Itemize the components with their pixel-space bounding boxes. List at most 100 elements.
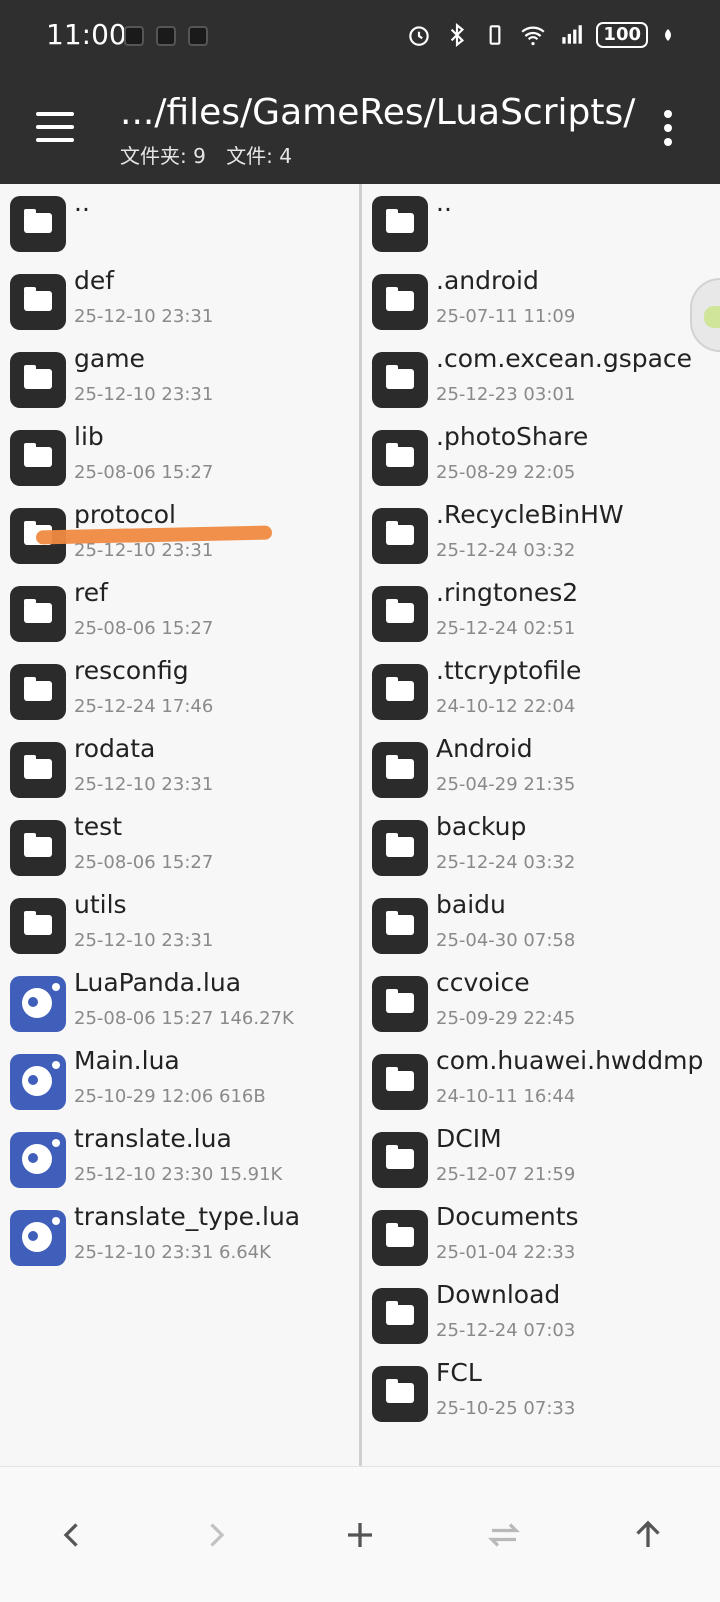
item-meta: 25-01-04 22:33 [436,1242,576,1263]
folder-icon [372,1288,428,1344]
folder-row[interactable]: baidu 25-04-30 07:58 [362,886,720,966]
file-row[interactable]: translate.lua 25-12-10 23:30 15.91K [0,1120,360,1200]
file-row[interactable]: LuaPanda.lua 25-08-06 15:27 146.27K [0,964,360,1044]
parent-directory-row[interactable]: .. [0,184,360,264]
folder-icon [372,820,428,876]
item-name: protocol [74,500,176,529]
item-meta: 25-12-10 23:30 15.91K [74,1164,283,1185]
folder-row[interactable]: .ttcryptofile 24-10-12 22:04 [362,652,720,732]
folder-icon [372,196,428,252]
item-meta: 25-12-10 23:31 [74,306,214,327]
app-notification-icon [156,26,176,46]
lua-file-icon [10,1210,66,1266]
item-name: .com.excean.gspace [436,344,693,373]
folder-row[interactable]: .android 25-07-11 11:09 [362,262,720,342]
folder-row[interactable]: utils 25-12-10 23:31 [0,886,360,966]
item-meta: 25-12-23 03:01 [436,384,576,405]
item-name: FCL [436,1358,482,1387]
folder-file-count: 文件夹: 9 文件: 4 [120,140,306,169]
item-name: .android [436,266,539,295]
folder-row[interactable]: .RecycleBinHW 25-12-24 03:32 [362,496,720,576]
folder-row[interactable]: Download 25-12-24 07:03 [362,1276,720,1356]
folder-icon [372,1054,428,1110]
app-bar: .../files/GameRes/LuaScripts/ 文件夹: 9 文件:… [0,76,720,184]
parent-directory-row[interactable]: .. [362,184,720,264]
folder-row[interactable]: Documents 25-01-04 22:33 [362,1198,720,1278]
folder-row[interactable]: DCIM 25-12-07 21:59 [362,1120,720,1200]
item-name: .ttcryptofile [436,656,582,685]
folder-row[interactable]: com.huawei.hwddmp 24-10-11 16:44 [362,1042,720,1122]
item-name: ref [74,578,108,607]
folder-icon [372,976,428,1032]
item-meta: 25-04-30 07:58 [436,930,576,951]
folder-icon [10,898,66,954]
folder-row[interactable]: .photoShare 25-08-29 22:05 [362,418,720,498]
up-directory-button[interactable] [576,1467,720,1602]
folder-row[interactable]: game 25-12-10 23:31 [0,340,360,420]
item-meta: 25-12-07 21:59 [436,1164,576,1185]
file-count: 文件: 4 [226,144,293,168]
folder-row[interactable]: .ringtones2 25-12-24 02:51 [362,574,720,654]
item-name: .ringtones2 [436,578,579,607]
item-meta: 25-12-10 23:31 [74,930,214,951]
file-row[interactable]: translate_type.lua 25-12-10 23:31 6.64K [0,1198,360,1278]
folder-row[interactable]: backup 25-12-24 03:32 [362,808,720,888]
folder-row[interactable]: FCL 25-10-25 07:33 [362,1354,720,1434]
item-meta: 25-12-10 23:31 [74,384,214,405]
folder-icon [372,508,428,564]
swap-panes-icon [488,1523,520,1547]
item-meta: 25-08-06 15:27 146.27K [74,1008,294,1029]
item-meta: 25-08-06 15:27 [74,852,214,873]
notification-icons [124,26,208,46]
item-name: Main.lua [74,1046,180,1075]
item-name: rodata [74,734,156,763]
folder-row[interactable]: .com.excean.gspace 25-12-23 03:01 [362,340,720,420]
item-name: .. [436,188,452,217]
add-button[interactable] [288,1467,432,1602]
right-pane[interactable]: .. .android 25-07-11 11:09 .com.excean.gspa… [362,184,720,1466]
item-meta: 25-12-10 23:31 6.64K [74,1242,271,1263]
more-options-icon[interactable] [664,110,674,150]
folder-icon [10,820,66,876]
folder-icon [10,664,66,720]
menu-icon[interactable] [36,112,74,142]
folder-row[interactable]: resconfig 25-12-24 17:46 [0,652,360,732]
folder-count: 文件夹: 9 [120,144,206,168]
file-row[interactable]: Main.lua 25-10-29 12:06 616B [0,1042,360,1122]
back-arrow-icon [63,1523,78,1547]
folder-icon [372,742,428,798]
item-meta: 25-12-24 03:32 [436,540,576,561]
item-meta: 25-12-24 17:46 [74,696,214,717]
app-notification-icon [188,26,208,46]
folder-row[interactable]: ref 25-08-06 15:27 [0,574,360,654]
folder-icon [372,352,428,408]
item-name: Documents [436,1202,579,1231]
swap-panes-button[interactable] [432,1467,576,1602]
left-pane[interactable]: .. def 25-12-10 23:31 game 25-12-10 23:31 lib… [0,184,360,1466]
item-name: LuaPanda.lua [74,968,242,997]
item-name: translate.lua [74,1124,232,1153]
item-meta: 25-12-24 07:03 [436,1320,576,1341]
item-name: .photoShare [436,422,589,451]
item-meta: 25-08-29 22:05 [436,462,576,483]
status-bar: 11:00 100 [0,0,720,76]
folder-icon [372,586,428,642]
folder-row[interactable]: def 25-12-10 23:31 [0,262,360,342]
status-right: 100 [406,22,676,48]
lua-file-icon [10,976,66,1032]
forward-button[interactable] [144,1467,288,1602]
folder-row[interactable]: rodata 25-12-10 23:31 [0,730,360,810]
item-meta: 25-10-29 12:06 616B [74,1086,266,1107]
folder-row[interactable]: Android 25-04-29 21:35 [362,730,720,810]
folder-row[interactable]: lib 25-08-06 15:27 [0,418,360,498]
item-meta: 25-08-06 15:27 [74,462,214,483]
back-button[interactable] [0,1467,144,1602]
folder-row[interactable]: test 25-08-06 15:27 [0,808,360,888]
item-name: lib [74,422,104,451]
folder-icon [10,274,66,330]
item-meta: 25-10-25 07:33 [436,1398,576,1419]
item-name: def [74,266,115,295]
folder-row[interactable]: ccvoice 25-09-29 22:45 [362,964,720,1044]
vibrate-icon [490,25,501,45]
folder-icon [10,586,66,642]
